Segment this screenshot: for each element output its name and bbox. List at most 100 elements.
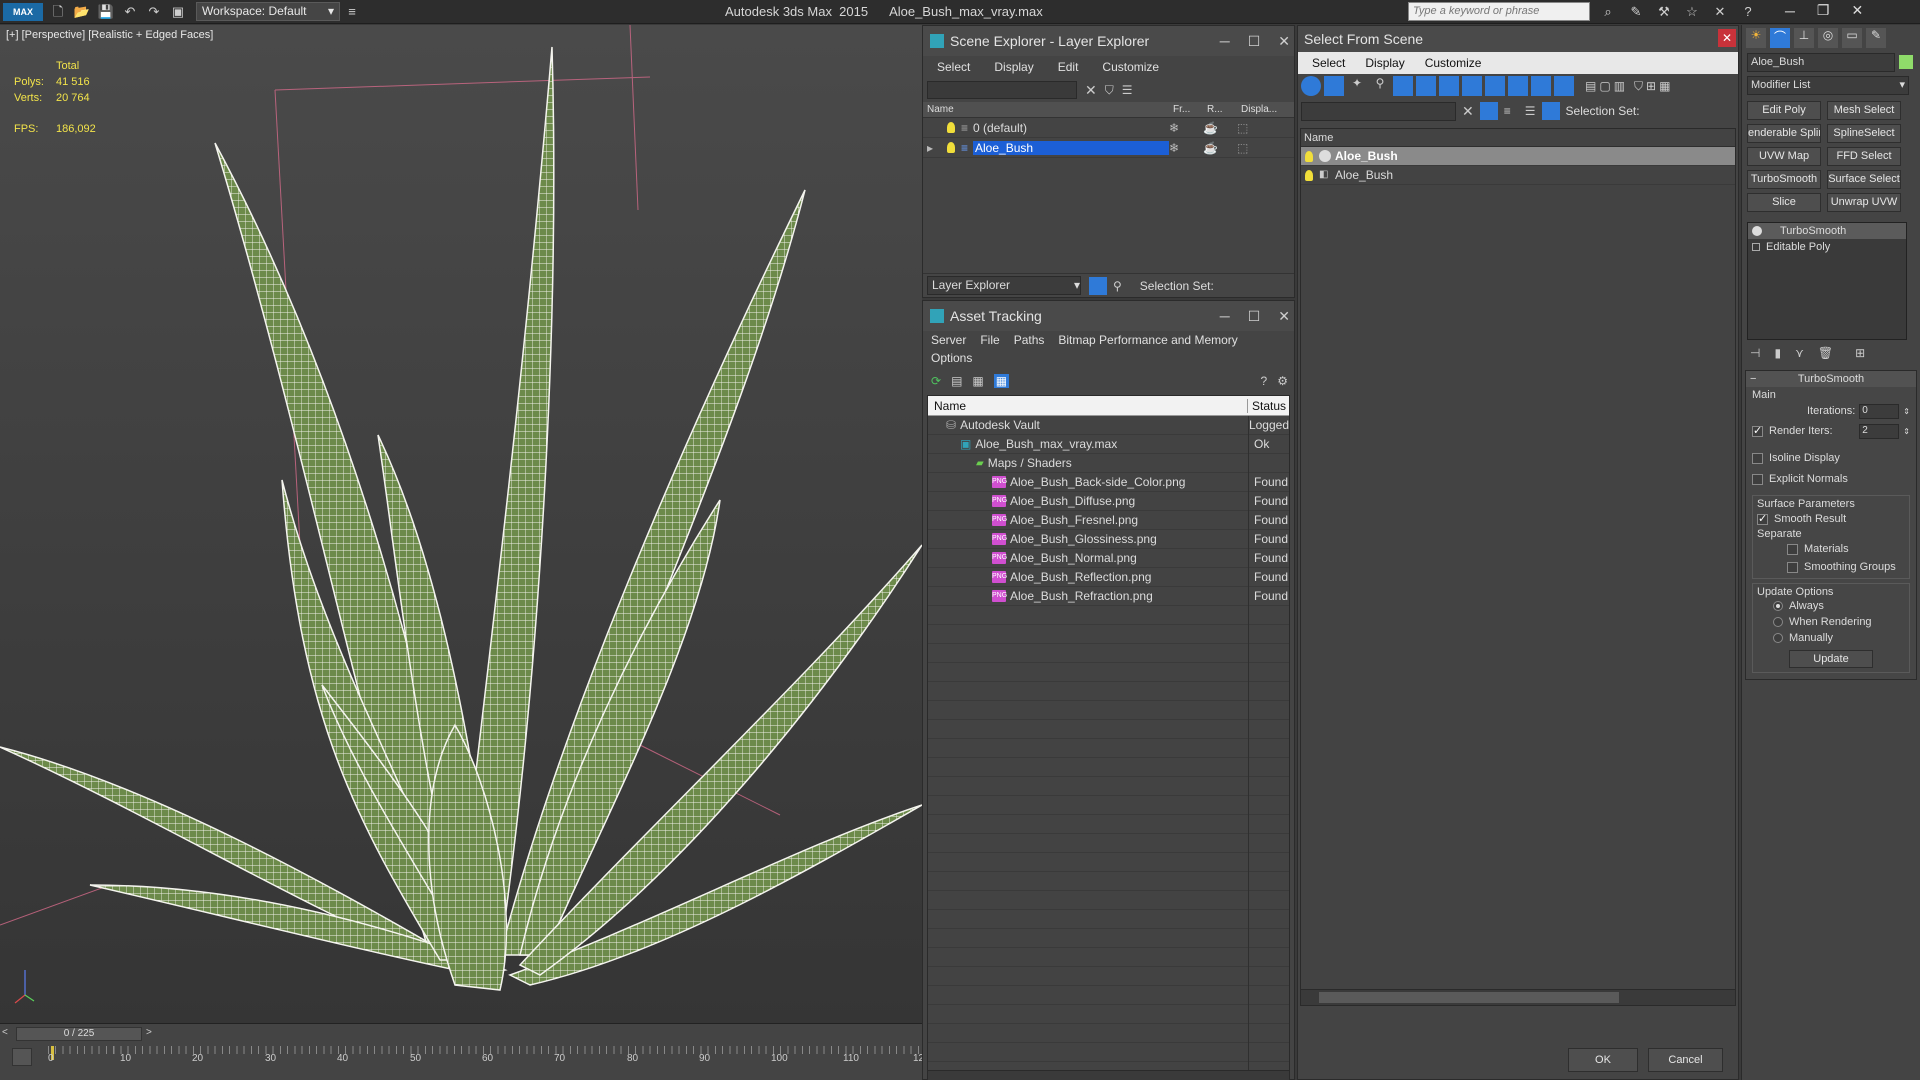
bulb-icon[interactable] xyxy=(947,122,955,133)
asset-row[interactable]: PNG Aloe_Bush_Refraction.png Found xyxy=(928,587,1289,606)
undo-icon[interactable]: ↶ xyxy=(121,3,139,21)
search-input[interactable]: Type a keyword or phrase xyxy=(1408,2,1590,21)
restore-icon[interactable]: ❐ xyxy=(1817,2,1830,19)
help-icon[interactable]: ? xyxy=(1739,3,1757,21)
modifier-button[interactable]: FFD Select xyxy=(1827,147,1901,166)
object-row[interactable]: ◧ Aloe_Bush xyxy=(1301,166,1735,185)
object-row-selected[interactable]: Aloe_Bush xyxy=(1301,147,1735,166)
freeze-icon[interactable]: ❄ xyxy=(1169,121,1203,135)
subscription-icon[interactable]: ⚒ xyxy=(1655,3,1673,21)
modifier-button[interactable]: Surface Select xyxy=(1827,170,1901,189)
spinner-arrows-icon[interactable]: ⇕ xyxy=(1903,427,1910,436)
asset-row[interactable]: PNG Aloe_Bush_Back-side_Color.png Found xyxy=(928,473,1289,492)
close-icon[interactable]: ✕ xyxy=(1718,29,1736,47)
menu-file[interactable]: File xyxy=(980,333,999,347)
display-hidden-icon[interactable] xyxy=(1554,76,1574,96)
redo-icon[interactable]: ↷ xyxy=(145,3,163,21)
bulb-icon[interactable] xyxy=(1305,150,1313,162)
display-lights-icon[interactable]: ✦ xyxy=(1347,76,1367,96)
minimize-icon[interactable]: ─ xyxy=(1220,26,1230,56)
display-helpers-icon[interactable] xyxy=(1393,76,1413,96)
modifier-button[interactable]: enderable Splin xyxy=(1747,124,1821,143)
ok-button[interactable]: OK xyxy=(1568,1048,1638,1072)
time-prev-icon[interactable]: < xyxy=(2,1027,8,1038)
col-display[interactable]: Displa... xyxy=(1241,104,1291,115)
asset-row[interactable]: ⛁ Autodesk Vault Logged xyxy=(928,416,1289,435)
object-color-swatch[interactable] xyxy=(1899,55,1913,69)
bulb-icon[interactable] xyxy=(947,142,955,153)
asset-row[interactable]: PNG Aloe_Bush_Glossiness.png Found xyxy=(928,530,1289,549)
display-icon[interactable]: ⬚ xyxy=(1237,141,1267,155)
help-icon[interactable]: ? xyxy=(1261,374,1268,388)
modifier-button[interactable]: Mesh Select xyxy=(1827,101,1901,120)
motion-tab-icon[interactable]: ◎ xyxy=(1818,28,1838,48)
render-icon[interactable]: ☕ xyxy=(1203,141,1237,155)
update-button[interactable]: Update xyxy=(1789,650,1873,668)
settings-icon[interactable]: ⚙ xyxy=(1277,374,1288,388)
menu-bitmap-performance[interactable]: Bitmap Performance and Memory xyxy=(1058,333,1237,347)
col-name[interactable]: Name xyxy=(1301,129,1735,147)
close-icon[interactable]: ✕ xyxy=(1851,2,1863,19)
minimize-icon[interactable]: ─ xyxy=(1785,3,1795,19)
workspace-menu-icon[interactable]: ≡ xyxy=(343,3,361,21)
display-geometry-icon[interactable] xyxy=(1301,76,1321,96)
scrollbar-thumb[interactable] xyxy=(1319,992,1619,1003)
display-tab-icon[interactable]: ▭ xyxy=(1842,28,1862,48)
scene-search-input[interactable] xyxy=(1301,101,1456,121)
isoline-display-checkbox[interactable] xyxy=(1752,452,1763,464)
new-file-icon[interactable]: 🗋 xyxy=(49,3,67,21)
app-logo-icon[interactable]: MAX xyxy=(3,2,43,21)
open-file-icon[interactable]: 📂 xyxy=(73,3,91,21)
filter-toggle-icon[interactable] xyxy=(1479,102,1498,120)
render-iters-checkbox[interactable] xyxy=(1752,424,1763,437)
display-containers-icon[interactable] xyxy=(1508,76,1528,96)
cancel-button[interactable]: Cancel xyxy=(1648,1048,1723,1072)
remove-modifier-icon[interactable]: 🗑 xyxy=(1818,346,1833,360)
menu-select[interactable]: Select xyxy=(937,60,970,74)
menu-display[interactable]: Display xyxy=(994,60,1033,74)
menu-select[interactable]: Select xyxy=(1312,56,1345,70)
workspace-dropdown[interactable]: Workspace: Default ▾ xyxy=(196,2,340,21)
clear-search-icon[interactable]: ✕ xyxy=(1085,82,1097,99)
modifier-button[interactable]: SplineSelect xyxy=(1827,124,1901,143)
menu-customize[interactable]: Customize xyxy=(1425,56,1482,70)
create-tab-icon[interactable]: ☀ xyxy=(1746,28,1766,48)
asset-row[interactable]: PNG Aloe_Bush_Reflection.png Found xyxy=(928,568,1289,587)
select-invert-icon[interactable]: ▥ xyxy=(1614,79,1625,93)
close-icon[interactable]: ✕ xyxy=(1278,301,1290,331)
modifier-list-dropdown[interactable]: Modifier List ▾ xyxy=(1747,75,1909,95)
menu-customize[interactable]: Customize xyxy=(1102,60,1159,74)
tools-icon[interactable]: ✎ xyxy=(1627,3,1645,21)
col-name[interactable]: Name xyxy=(923,104,1173,115)
when-rendering-radio[interactable] xyxy=(1773,617,1783,627)
perspective-viewport[interactable]: [+] [Perspective] [Realistic + Edged Fac… xyxy=(0,25,922,1025)
clear-search-icon[interactable]: ✕ xyxy=(1462,103,1474,120)
stack-item[interactable]: TurboSmooth xyxy=(1748,223,1906,239)
object-name-field[interactable]: Aloe_Bush xyxy=(1747,52,1895,72)
horizontal-scrollbar[interactable] xyxy=(1301,989,1735,1005)
refresh-icon[interactable]: ⟳ xyxy=(931,374,941,388)
smoothing-groups-checkbox[interactable] xyxy=(1787,561,1798,573)
menu-display[interactable]: Display xyxy=(1365,56,1404,70)
always-radio[interactable] xyxy=(1773,601,1783,611)
smooth-result-checkbox[interactable] xyxy=(1757,512,1768,525)
asset-row[interactable]: PNG Aloe_Bush_Normal.png Found xyxy=(928,549,1289,568)
render-iters-spinner[interactable]: 2 xyxy=(1859,423,1900,439)
col-name[interactable]: Name xyxy=(928,398,1248,413)
columns-icon[interactable]: ▦ xyxy=(1659,79,1670,93)
asset-row[interactable]: PNG Aloe_Bush_Diffuse.png Found xyxy=(928,492,1289,511)
collapse-icon[interactable]: − xyxy=(1750,371,1756,387)
list-view-icon[interactable]: ▤ xyxy=(951,374,962,388)
display-warps-icon[interactable] xyxy=(1416,76,1436,96)
pin-stack-icon[interactable]: ⊣ xyxy=(1750,346,1760,360)
maximize-icon[interactable]: ☐ xyxy=(1248,26,1261,56)
col-render[interactable]: R... xyxy=(1207,104,1241,115)
hierarchy-mode-icon[interactable] xyxy=(1541,102,1560,120)
close-icon[interactable]: ✕ xyxy=(1278,26,1290,56)
layer-icon[interactable]: ≡ xyxy=(1504,104,1511,118)
menu-edit[interactable]: Edit xyxy=(1058,60,1079,74)
expand-icon[interactable] xyxy=(1752,243,1760,251)
exchange-icon[interactable]: ✕ xyxy=(1711,3,1729,21)
modifier-button[interactable]: Slice xyxy=(1747,193,1821,212)
freeze-icon[interactable]: ❄ xyxy=(1169,141,1203,155)
